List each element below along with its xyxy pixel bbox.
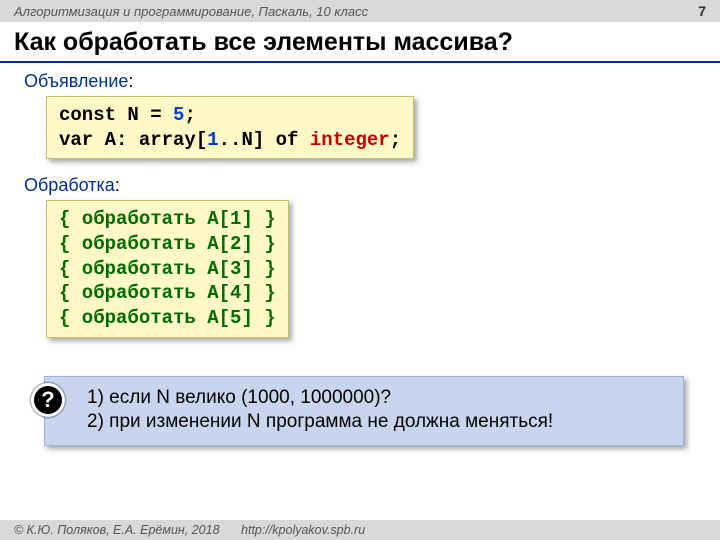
footer-bar: © К.Ю. Поляков, Е.А. Ерёмин, 2018 http:/… (0, 520, 720, 540)
processing-label: Обработка: (24, 175, 706, 196)
processing-code: { обработать A[1] } { обработать A[2] } … (46, 200, 289, 337)
header-bar: Алгоритмизация и программирование, Паска… (0, 0, 720, 22)
question-icon: ? (31, 383, 65, 417)
declaration-code: const N = 5; var A: array[1..N] of integ… (46, 96, 414, 159)
question-line-1: 1) если N велико (1000, 1000000)? (87, 387, 665, 409)
code-line: { обработать A[2] } (59, 232, 276, 257)
course-label: Алгоритмизация и программирование, Паска… (14, 4, 368, 19)
code-line: { обработать A[4] } (59, 281, 276, 306)
copyright: © К.Ю. Поляков, Е.А. Ерёмин, 2018 (14, 523, 220, 537)
code-line: var A: array[1..N] of integer; (59, 128, 401, 153)
code-line: const N = 5; (59, 103, 401, 128)
code-line: { обработать A[3] } (59, 257, 276, 282)
question-line-2: 2) при изменении N программа не должна м… (87, 411, 665, 433)
page-number: 7 (698, 3, 706, 19)
question-box: ? 1) если N велико (1000, 1000000)? 2) п… (44, 376, 684, 446)
content-area: Объявление: const N = 5; var A: array[1.… (0, 63, 720, 446)
declaration-label: Объявление: (24, 71, 706, 92)
page-title: Как обработать все элементы массива? (0, 22, 720, 63)
footer-link: http://kpolyakov.spb.ru (241, 523, 365, 537)
code-line: { обработать A[5] } (59, 306, 276, 331)
code-line: { обработать A[1] } (59, 207, 276, 232)
